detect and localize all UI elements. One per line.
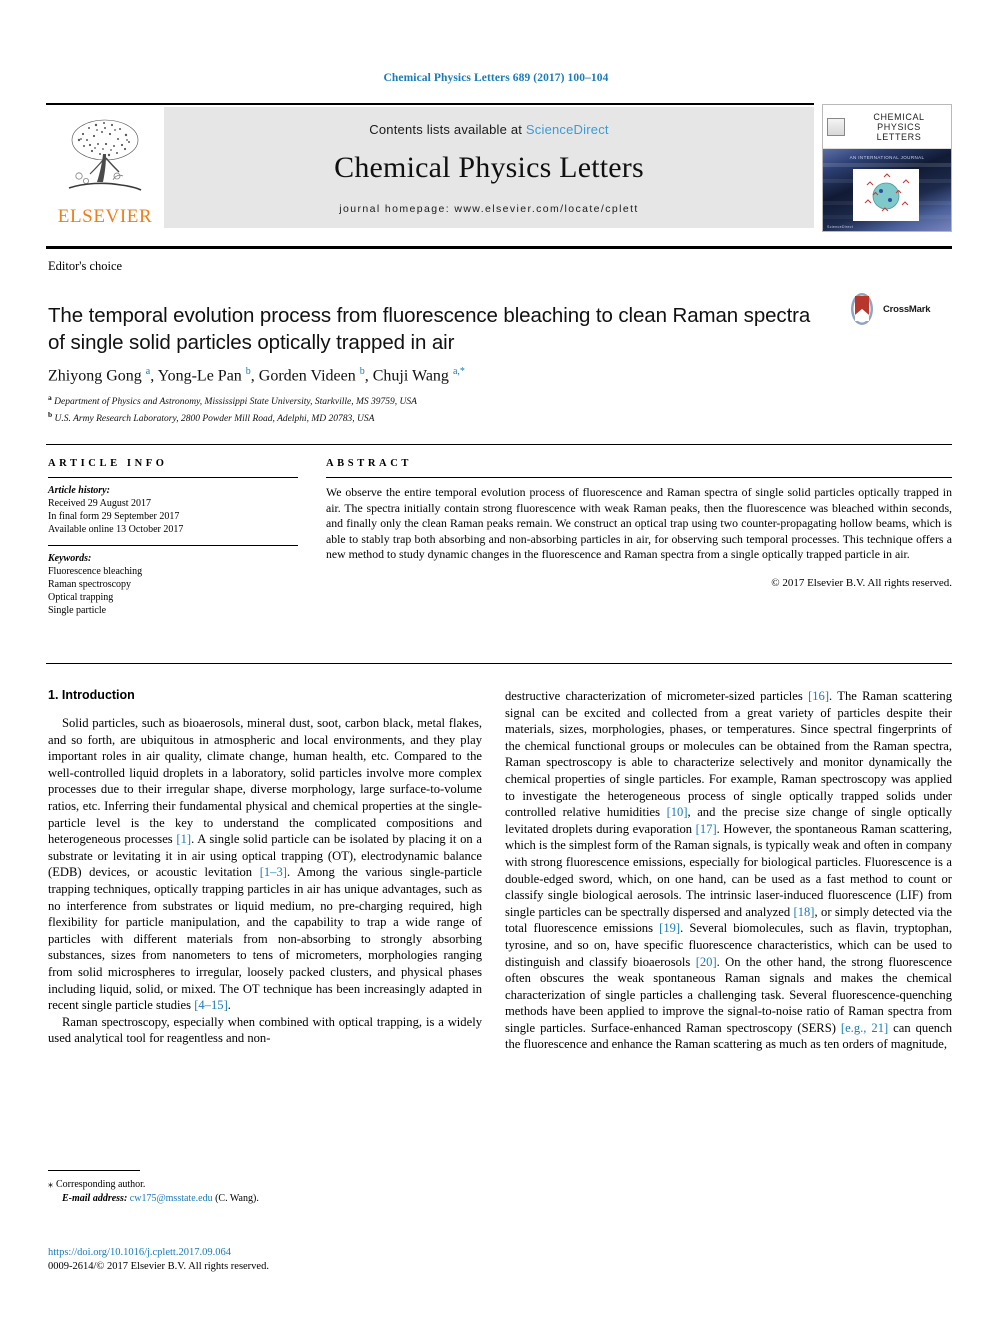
affiliations: a Department of Physics and Astronomy, M… <box>48 392 868 425</box>
masthead-top-rule <box>46 103 814 105</box>
keyword-item: Optical trapping <box>48 592 114 603</box>
running-head: Chemical Physics Letters 689 (2017) 100–… <box>383 72 609 84</box>
section-heading-introduction: 1. Introduction <box>48 688 135 702</box>
paragraph: Solid particles, such as bioaerosols, mi… <box>48 716 482 1013</box>
header-divider <box>46 246 952 249</box>
history-item: In final form 29 September 2017 <box>48 511 180 522</box>
sciencedirect-link[interactable]: ScienceDirect <box>526 122 609 137</box>
journal-title: Chemical Physics Letters <box>334 151 644 184</box>
crossmark-label: CrossMark <box>883 303 931 315</box>
affiliation-b: b U.S. Army Research Laboratory, 2800 Po… <box>48 409 375 424</box>
cover-title-line3: LETTERS <box>876 131 922 142</box>
abstract-rule <box>326 477 952 478</box>
email-suffix: (C. Wang). <box>215 1193 259 1204</box>
cover-elsevier-icon <box>827 117 845 136</box>
asterisk-icon: ⁎ <box>48 1179 53 1190</box>
article-history-label: Article history: <box>48 485 110 496</box>
abstract-band-top-rule <box>46 444 952 445</box>
abstract-band-bottom-rule <box>46 663 952 664</box>
affiliation-a: a Department of Physics and Astronomy, M… <box>48 393 417 408</box>
cover-subtitle: AN INTERNATIONAL JOURNAL <box>849 155 925 160</box>
affiliation-a-text: Department of Physics and Astronomy, Mis… <box>54 397 417 408</box>
history-item: Available online 13 October 2017 <box>48 524 184 535</box>
elsevier-tree-icon <box>68 119 142 191</box>
contents-prefix: Contents lists available at <box>369 122 526 137</box>
cover-artwork: AN INTERNATIONAL JOURNAL ScienceDirect <box>823 149 951 231</box>
abstract-copyright: © 2017 Elsevier B.V. All rights reserved… <box>771 576 952 589</box>
masthead-center-panel: Contents lists available at ScienceDirec… <box>164 107 814 228</box>
cover-header: CHEMICAL PHYSICS LETTERS <box>823 105 951 149</box>
journal-masthead: ELSEVIER Contents lists available at Sci… <box>46 107 814 228</box>
crossmark-icon <box>851 293 873 325</box>
keyword-item: Single particle <box>48 605 107 616</box>
body-column-right: destructive characterization of micromet… <box>505 688 952 1053</box>
article-history-group: Article history: Received 29 August 2017… <box>48 485 298 536</box>
cover-title-line2: PHYSICS <box>877 121 921 132</box>
journal-cover-thumbnail: CHEMICAL PHYSICS LETTERS AN INTERNATIONA… <box>822 104 952 232</box>
email-line: E-mail address: cw175@msstate.edu (C. Wa… <box>48 1192 478 1206</box>
article-info-label: ARTICLE INFO <box>48 458 168 469</box>
keyword-item: Fluorescence bleaching <box>48 566 143 577</box>
body-column-left: 1. Introduction Solid particles, such as… <box>48 688 482 1047</box>
email-label: E-mail address: <box>62 1193 128 1204</box>
article-info-rule-1 <box>48 477 298 478</box>
molecule-sphere-icon <box>864 173 910 212</box>
abstract-column: ABSTRACT We observe the entire temporal … <box>326 458 952 589</box>
history-item: Received 29 August 2017 <box>48 498 152 509</box>
keywords-label: Keywords: <box>48 553 92 564</box>
cover-title-line1: CHEMICAL <box>873 111 925 122</box>
author-list: Zhiyong Gong a, Yong-Le Pan b, Gorden Vi… <box>48 366 465 385</box>
doi-link[interactable]: https://doi.org/10.1016/j.cplett.2017.09… <box>48 1246 478 1260</box>
abstract-text: We observe the entire temporal evolution… <box>326 485 952 562</box>
paragraph: destructive characterization of micromet… <box>505 689 953 1052</box>
article-category: Editor's choice <box>48 259 123 273</box>
elsevier-logo: ELSEVIER <box>46 107 164 228</box>
abstract-label: ABSTRACT <box>326 458 412 469</box>
affiliation-b-text: U.S. Army Research Laboratory, 2800 Powd… <box>54 413 375 424</box>
contents-available-line: Contents lists available at ScienceDirec… <box>164 122 814 137</box>
cover-title: CHEMICAL PHYSICS LETTERS <box>851 112 947 142</box>
footnote-divider <box>48 1170 140 1171</box>
footnote-block: ⁎ Corresponding author. E-mail address: c… <box>48 1178 478 1206</box>
doi-block: https://doi.org/10.1016/j.cplett.2017.09… <box>48 1246 478 1273</box>
keywords-group: Keywords: Fluorescence bleaching Raman s… <box>48 553 298 617</box>
elsevier-wordmark: ELSEVIER <box>57 206 153 227</box>
journal-article-page: Chemical Physics Letters 689 (2017) 100–… <box>0 0 992 1323</box>
cover-footer: ScienceDirect <box>827 225 854 229</box>
cover-illustration <box>853 169 919 221</box>
journal-homepage-link[interactable]: journal homepage: www.elsevier.com/locat… <box>164 203 814 215</box>
page-title: The temporal evolution process from fluo… <box>48 303 811 354</box>
keyword-item: Raman spectroscopy <box>48 579 132 590</box>
article-info-rule-2 <box>48 545 298 546</box>
issn-copyright-line: 0009-2614/© 2017 Elsevier B.V. All right… <box>48 1260 269 1272</box>
crossmark-badge[interactable]: CrossMark <box>845 288 953 330</box>
corresponding-author-text: Corresponding author. <box>56 1179 146 1190</box>
article-info-column: ARTICLE INFO Article history: Received 2… <box>48 458 298 626</box>
corresponding-author-line: ⁎ Corresponding author. <box>48 1178 478 1192</box>
paragraph: Raman spectroscopy, especially when comb… <box>48 1014 482 1046</box>
email-link[interactable]: cw175@msstate.edu <box>130 1193 213 1204</box>
